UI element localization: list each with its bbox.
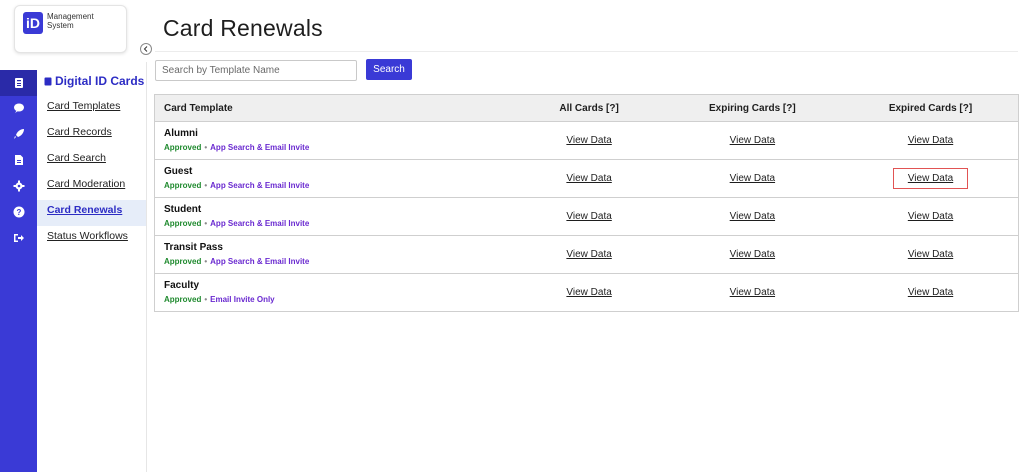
view-data-expired-link[interactable]: View Data	[896, 245, 965, 264]
view-data-expired-link[interactable]: View Data	[896, 283, 965, 302]
sidebar-item-card-renewals[interactable]: Card Renewals	[37, 200, 146, 226]
help-icon: ?	[13, 206, 24, 218]
template-cell: Transit Pass Approved • App Search & Email…	[154, 235, 517, 274]
column-header-card-template: Card Template	[154, 94, 517, 122]
rail-documents[interactable]	[0, 147, 37, 173]
view-data-expiring-link[interactable]: View Data	[718, 283, 787, 302]
view-data-all-link[interactable]: View Data	[554, 169, 623, 188]
sidebar-item-card-records[interactable]: Card Records	[37, 122, 146, 148]
app-logo[interactable]: iD Management System	[14, 5, 127, 53]
template-name: Faculty	[164, 280, 200, 291]
search-button[interactable]: Search	[366, 59, 412, 80]
search-input[interactable]	[155, 60, 357, 81]
separator-dot: •	[204, 143, 208, 152]
invite-method: App Search & Email Invite	[210, 219, 310, 228]
table-row: Alumni Approved • App Search & Email Invit…	[154, 121, 1019, 160]
rocket-icon	[13, 129, 24, 139]
active-rail-indicator	[37, 77, 43, 87]
page-title: Card Renewals	[163, 15, 323, 41]
rail-settings[interactable]	[0, 173, 37, 199]
sidebar-item-status-workflows[interactable]: Status Workflows	[37, 226, 146, 252]
column-header-expired-cards[interactable]: Expired Cards [?]	[843, 94, 1019, 122]
template-name: Alumni	[164, 128, 198, 139]
rail-help[interactable]: ?	[0, 199, 37, 225]
view-data-all-link[interactable]: View Data	[554, 283, 623, 302]
template-name: Guest	[164, 166, 193, 177]
table-row: Transit Pass Approved • App Search & Email…	[154, 235, 1019, 274]
separator-dot: •	[204, 219, 208, 228]
template-name: Transit Pass	[164, 242, 223, 253]
invite-method: App Search & Email Invite	[210, 181, 310, 190]
logout-icon	[13, 234, 24, 242]
separator-dot: •	[204, 181, 208, 190]
sidebar-item-card-moderation[interactable]: Card Moderation	[37, 174, 146, 200]
chevron-left-icon	[143, 46, 148, 52]
table-row: Guest Approved • App Search & Email Invite…	[154, 159, 1019, 198]
template-cell: Guest Approved • App Search & Email Invite	[154, 159, 517, 198]
id-card-icon	[14, 78, 23, 88]
status-label: Approved	[164, 219, 202, 228]
renewals-table: Card Template All Cards [?] Expiring Car…	[154, 94, 1019, 312]
collapse-sidebar-button[interactable]	[140, 43, 152, 55]
template-name: Student	[164, 204, 202, 215]
table-header-row: Card Template All Cards [?] Expiring Car…	[154, 94, 1019, 122]
separator-dot: •	[204, 257, 208, 266]
status-label: Approved	[164, 257, 202, 266]
document-icon	[14, 155, 23, 165]
view-data-expired-link-highlighted[interactable]: View Data	[892, 168, 969, 189]
template-cell: Student Approved • App Search & Email Invi…	[154, 197, 517, 236]
separator-dot: •	[204, 295, 208, 304]
view-data-expired-link[interactable]: View Data	[896, 207, 965, 226]
status-label: Approved	[164, 181, 202, 190]
column-header-all-cards[interactable]: All Cards [?]	[516, 94, 662, 122]
status-label: Approved	[164, 295, 202, 304]
rail-id-cards[interactable]	[0, 70, 37, 96]
chat-icon	[13, 103, 24, 113]
sidebar-header: Digital ID Cards	[44, 74, 144, 88]
id-card-icon	[44, 77, 52, 85]
view-data-expiring-link[interactable]: View Data	[718, 169, 787, 188]
invite-method: App Search & Email Invite	[210, 143, 310, 152]
column-header-expiring-cards[interactable]: Expiring Cards [?]	[661, 94, 844, 122]
rail-launch[interactable]	[0, 121, 37, 147]
view-data-all-link[interactable]: View Data	[554, 131, 623, 150]
sidebar-item-card-templates[interactable]: Card Templates	[37, 96, 146, 122]
sidebar-divider	[146, 62, 147, 472]
view-data-all-link[interactable]: View Data	[554, 245, 623, 264]
view-data-expiring-link[interactable]: View Data	[718, 207, 787, 226]
title-divider	[155, 51, 1018, 52]
sidebar-nav: Card Templates Card Records Card Search …	[37, 96, 146, 252]
template-cell: Faculty Approved • Email Invite Only	[154, 273, 517, 312]
icon-rail: ?	[0, 70, 37, 472]
logo-text: Management System	[47, 12, 94, 30]
status-label: Approved	[164, 143, 202, 152]
invite-method: App Search & Email Invite	[210, 257, 310, 266]
sidebar-item-card-search[interactable]: Card Search	[37, 148, 146, 174]
gear-icon	[13, 180, 24, 192]
svg-text:?: ?	[16, 208, 21, 217]
view-data-expired-link[interactable]: View Data	[896, 131, 965, 150]
view-data-expiring-link[interactable]: View Data	[718, 131, 787, 150]
view-data-all-link[interactable]: View Data	[554, 207, 623, 226]
logo-mark: iD	[23, 12, 43, 34]
view-data-expiring-link[interactable]: View Data	[718, 245, 787, 264]
table-row: Student Approved • App Search & Email Invi…	[154, 197, 1019, 236]
rail-messages[interactable]	[0, 95, 37, 121]
table-row: Faculty Approved • Email Invite Only View …	[154, 273, 1019, 312]
invite-method: Email Invite Only	[210, 295, 275, 304]
rail-logout[interactable]	[0, 225, 37, 251]
template-cell: Alumni Approved • App Search & Email Invit…	[154, 121, 517, 160]
